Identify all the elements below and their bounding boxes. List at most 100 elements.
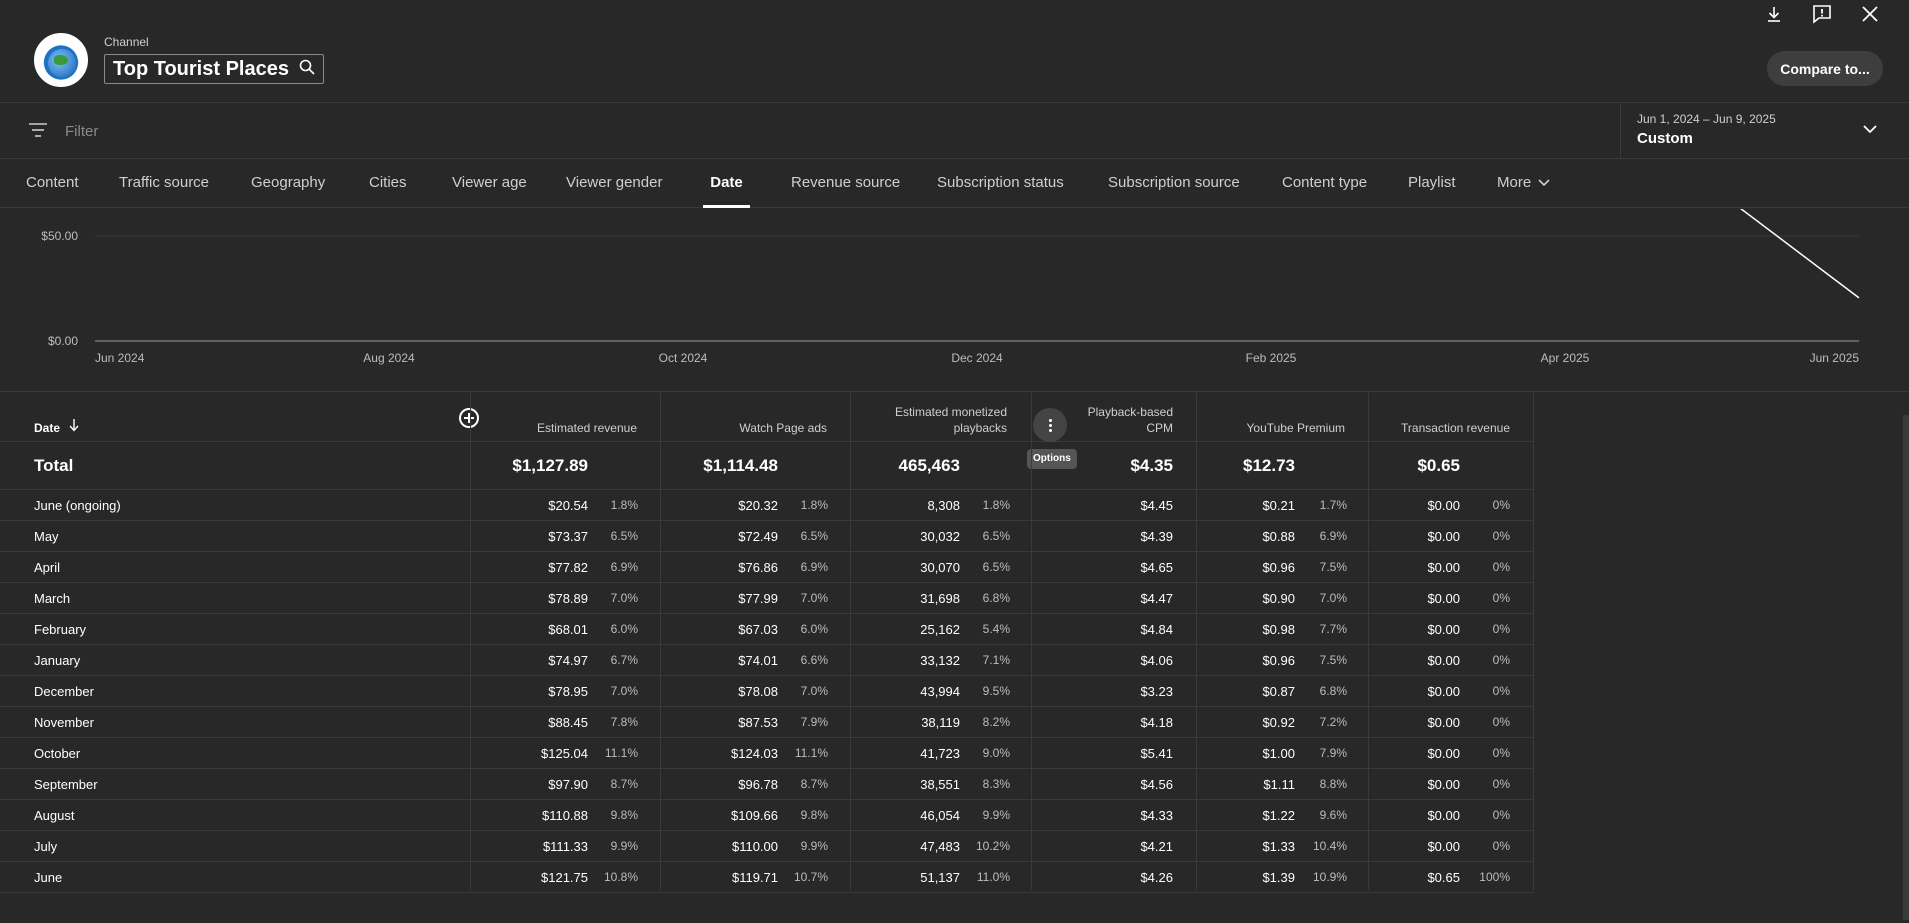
cell-value: $4.18 xyxy=(1140,714,1173,730)
tab-cities[interactable]: Cities xyxy=(369,160,407,208)
tab-content[interactable]: Content xyxy=(26,160,79,208)
tab-date[interactable]: Date xyxy=(703,160,750,208)
cell-value: $119.71 xyxy=(731,869,778,885)
filter-input[interactable]: Filter xyxy=(65,123,98,140)
cell-percent: 7.8% xyxy=(610,715,638,729)
compare-button[interactable]: Compare to... xyxy=(1767,51,1883,86)
column-header-youtube-premium[interactable]: YouTube Premium xyxy=(1197,393,1369,442)
cell-percent: 10.9% xyxy=(1312,870,1347,884)
cell-percent: 11.1% xyxy=(604,746,638,760)
date-column-header[interactable]: Date xyxy=(34,393,234,442)
tab-playlist[interactable]: Playlist xyxy=(1408,160,1456,208)
row-label: June (ongoing) xyxy=(34,497,121,513)
row-label: November xyxy=(34,714,94,730)
filter-icon[interactable] xyxy=(28,122,48,143)
cell-percent: 1.8% xyxy=(982,498,1010,512)
x-tick-label: Jun 2025 xyxy=(1810,351,1860,365)
cell-percent: 7.9% xyxy=(800,715,828,729)
cell-value: $4.56 xyxy=(1140,776,1173,792)
cell-value: $4.45 xyxy=(1140,497,1173,513)
cell-percent: 9.8% xyxy=(610,808,638,822)
feedback-icon[interactable] xyxy=(1810,2,1834,26)
cell-value: $0.65 xyxy=(1417,455,1460,475)
table-row: February $68.01 6.0% $67.03 6.0% 25,162 5.4% $4… xyxy=(0,614,1534,645)
cell-value: $76.86 xyxy=(738,559,778,575)
cell-percent: 10.4% xyxy=(1312,839,1347,853)
channel-selector[interactable]: Top Tourist Places xyxy=(104,54,324,84)
tab-viewer-age[interactable]: Viewer age xyxy=(452,160,527,208)
cell-value: $125.04 xyxy=(541,745,588,761)
column-header-estimated-revenue[interactable]: Estimated revenue xyxy=(471,393,661,442)
cell-percent: 8.3% xyxy=(982,777,1010,791)
cell-value: $74.01 xyxy=(738,652,778,668)
cell-value: $0.00 xyxy=(1427,776,1460,792)
cell-value: $77.82 xyxy=(548,559,588,575)
download-icon[interactable] xyxy=(1762,2,1786,26)
table-row: November $88.45 7.8% $87.53 7.9% 38,119 8.2% $4… xyxy=(0,707,1534,738)
cell-percent: 6.9% xyxy=(800,560,828,574)
cell-value: 51,137 xyxy=(920,869,960,885)
cell-value: $4.06 xyxy=(1140,652,1173,668)
tab-geography[interactable]: Geography xyxy=(251,160,325,208)
row-label: September xyxy=(34,776,98,792)
column-header-monetized-playbacks[interactable]: Estimated monetized playbacks xyxy=(851,393,1031,442)
cell-percent: 7.7% xyxy=(1319,622,1347,636)
cell-percent: 9.8% xyxy=(800,808,828,822)
cell-percent: 1.8% xyxy=(800,498,828,512)
cell-percent: 6.5% xyxy=(800,529,828,543)
scrollbar[interactable] xyxy=(1903,415,1909,920)
date-header-label: Date xyxy=(34,421,61,435)
tab-content-type[interactable]: Content type xyxy=(1282,160,1367,208)
row-label: January xyxy=(34,652,81,668)
cell-value: 465,463 xyxy=(898,455,960,475)
cell-value: $0.00 xyxy=(1427,621,1460,637)
cell-value: $4.84 xyxy=(1140,621,1173,637)
column-header-playback-cpm[interactable]: Playback-based CPM xyxy=(1068,393,1197,442)
close-icon[interactable] xyxy=(1858,2,1882,26)
column-header-transaction-revenue[interactable]: Transaction revenue xyxy=(1369,393,1534,442)
tab-traffic-source[interactable]: Traffic source xyxy=(119,160,209,208)
cell-percent: 0% xyxy=(1492,560,1510,574)
row-label: April xyxy=(34,559,61,575)
tab-viewer-gender[interactable]: Viewer gender xyxy=(566,160,662,208)
cell-value: 33,132 xyxy=(920,652,960,668)
cell-value: $0.00 xyxy=(1427,714,1460,730)
cell-value: $0.65 xyxy=(1427,869,1460,885)
table-row: October $125.04 11.1% $124.03 11.1% 41,723 9.0… xyxy=(0,738,1534,769)
cell-value: $124.03 xyxy=(731,745,778,761)
cell-percent: 10.2% xyxy=(975,839,1010,853)
cell-value: $0.00 xyxy=(1427,590,1460,606)
date-range-text: Jun 1, 2024 – Jun 9, 2025 xyxy=(1637,112,1776,126)
cell-percent: 0% xyxy=(1492,653,1510,667)
total-row: Total $1,127.89 $1,114.48 465,463 $4.35 $12.7… xyxy=(0,442,1534,490)
cell-value: $0.90 xyxy=(1262,590,1295,606)
column-header-watch-page-ads[interactable]: Watch Page ads xyxy=(661,393,851,442)
cell-value: $4.39 xyxy=(1140,528,1173,544)
table-row: December $78.95 7.0% $78.08 7.0% 43,994 9.5% $3… xyxy=(0,676,1534,707)
top-bar: Channel Top Tourist Places Compare to... xyxy=(0,0,1909,103)
cell-value: $1.33 xyxy=(1262,838,1295,854)
cell-percent: 0% xyxy=(1492,839,1510,853)
cell-value: $73.37 xyxy=(548,528,588,544)
tab-more[interactable]: More xyxy=(1497,160,1551,208)
tab-subscription-source[interactable]: Subscription source xyxy=(1108,160,1240,208)
cell-value: $4.21 xyxy=(1140,838,1173,854)
cell-value: $110.88 xyxy=(541,807,588,823)
cell-percent: 7.0% xyxy=(800,684,828,698)
tab-revenue-source[interactable]: Revenue source xyxy=(791,160,900,208)
channel-logo xyxy=(34,33,88,87)
more-options-icon[interactable] xyxy=(1033,408,1067,442)
cell-value: $0.00 xyxy=(1427,838,1460,854)
cell-value: $0.00 xyxy=(1427,497,1460,513)
cell-value: $1.39 xyxy=(1262,869,1295,885)
table-row: March $78.89 7.0% $77.99 7.0% 31,698 6.8% $4.47… xyxy=(0,583,1534,614)
cell-value: $0.00 xyxy=(1427,559,1460,575)
tab-subscription-status[interactable]: Subscription status xyxy=(937,160,1064,208)
cell-value: $87.53 xyxy=(738,714,778,730)
cell-percent: 0% xyxy=(1492,715,1510,729)
cell-percent: 7.5% xyxy=(1319,560,1347,574)
date-range-selector[interactable]: Jun 1, 2024 – Jun 9, 2025 Custom xyxy=(1620,104,1909,159)
cell-value: 41,723 xyxy=(920,745,960,761)
cell-value: $0.96 xyxy=(1262,559,1295,575)
row-label: May xyxy=(34,528,59,544)
